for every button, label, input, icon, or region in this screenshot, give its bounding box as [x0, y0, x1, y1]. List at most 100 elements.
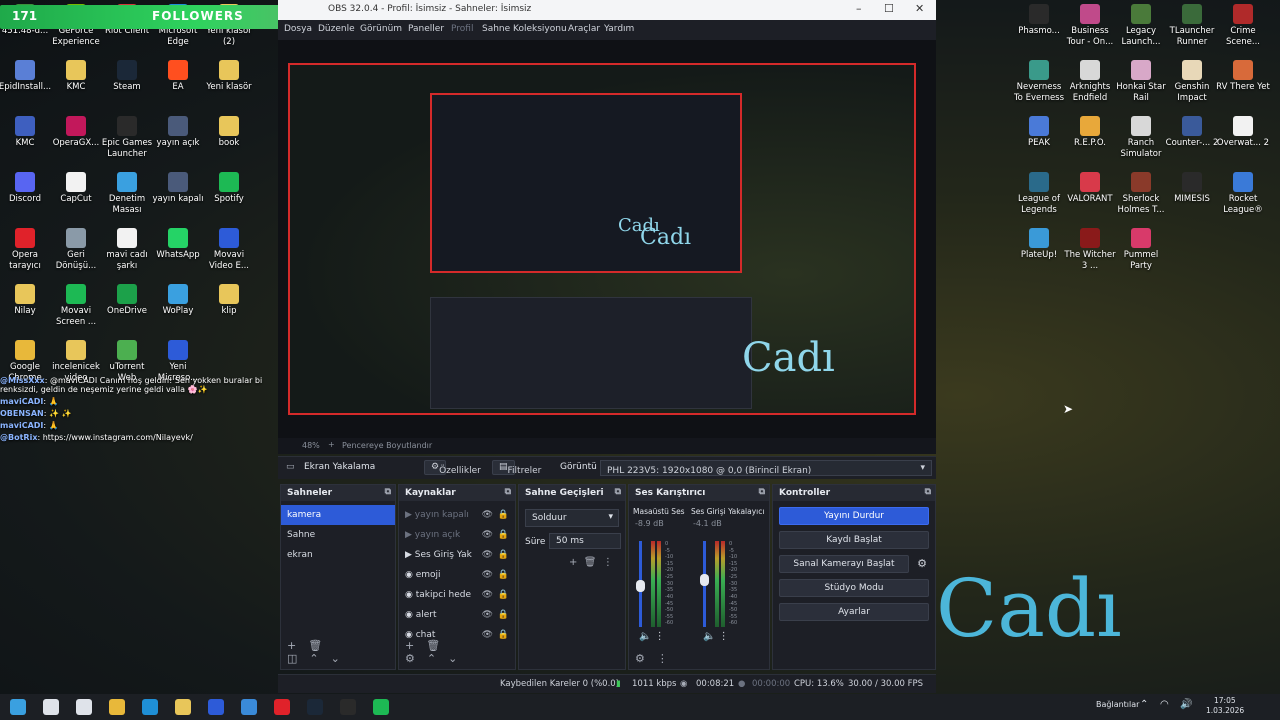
source-item[interactable]: ◉ takipci hede 👁 🔒: [399, 585, 515, 605]
chrome-icon[interactable]: [109, 699, 125, 715]
desktop-icon[interactable]: Opera tarayıcı: [0, 228, 52, 272]
desktop-icon[interactable]: Pummel Party: [1114, 228, 1168, 272]
lock-icon[interactable]: 🔒: [498, 610, 509, 620]
volume-slider-knob[interactable]: [636, 580, 645, 592]
desktop-icon[interactable]: Geri Dönüşü...: [49, 228, 103, 272]
eye-icon[interactable]: 👁: [482, 510, 493, 520]
close-button[interactable]: ✕: [915, 2, 924, 15]
add-icon[interactable]: +: [569, 557, 577, 568]
desktop-icon[interactable]: RV There Yet: [1216, 60, 1270, 93]
scene-item-ekran[interactable]: ekran: [281, 545, 395, 565]
source-item[interactable]: ▶ Ses Giriş Yak 👁 🔒: [399, 545, 515, 565]
desktop-icon[interactable]: Movavi Video E...: [202, 228, 256, 272]
desktop-icon[interactable]: Movavi Screen ...: [49, 284, 103, 328]
display-select[interactable]: PHL 223V5: 1920x1080 @ 0,0 (Birincil Ekr…: [600, 460, 932, 476]
zoom-add[interactable]: +: [328, 440, 335, 449]
menu-edit[interactable]: Düzenle: [318, 24, 355, 34]
edge-icon[interactable]: [142, 699, 158, 715]
lock-icon[interactable]: 🔒: [498, 590, 509, 600]
desktop-icon[interactable]: MIMESIS: [1165, 172, 1219, 205]
desktop-icon[interactable]: KMC: [49, 60, 103, 93]
desktop-icon[interactable]: OneDrive: [100, 284, 154, 317]
desktop-icon[interactable]: Nilay: [0, 284, 52, 317]
store-icon[interactable]: [208, 699, 224, 715]
desktop-icon[interactable]: Discord: [0, 172, 52, 205]
desktop-icon[interactable]: Steam: [100, 60, 154, 93]
move-up-icon[interactable]: ⌃: [309, 652, 318, 665]
eye-icon[interactable]: 👁: [482, 550, 493, 560]
tray-connections[interactable]: Bağlantılar: [1096, 700, 1139, 709]
desktop-icon[interactable]: Epic Games Launcher: [100, 116, 154, 160]
desktop-icon[interactable]: mavi cadı şarkı: [100, 228, 154, 272]
eye-icon[interactable]: 👁: [482, 530, 493, 540]
source-item[interactable]: ▶ yayın açık 👁 🔒: [399, 525, 515, 545]
eye-icon[interactable]: 👁: [482, 570, 493, 580]
desktop-icon[interactable]: EA: [151, 60, 205, 93]
volume-slider-knob[interactable]: [700, 574, 709, 586]
desktop-icon[interactable]: yayın açık: [151, 116, 205, 149]
more-icon[interactable]: ⋮: [655, 631, 665, 642]
zoom-value[interactable]: 48%: [302, 441, 320, 450]
maximize-button[interactable]: ☐: [884, 2, 894, 15]
desktop-icon[interactable]: Legacy Launch...: [1114, 4, 1168, 48]
trash-icon[interactable]: 🗑: [426, 639, 440, 652]
desktop-icon[interactable]: Spotify: [202, 172, 256, 205]
movavi-icon[interactable]: [241, 699, 257, 715]
tray-date[interactable]: 1.03.2026: [1206, 706, 1244, 715]
add-icon[interactable]: +: [287, 639, 296, 652]
desktop-icon[interactable]: Sherlock Holmes T...: [1114, 172, 1168, 216]
desktop-icon[interactable]: OperaGX...: [49, 116, 103, 149]
stop-streaming-button[interactable]: Yayını Durdur: [779, 507, 929, 525]
properties-button[interactable]: ⚙ Özellikler: [424, 460, 481, 476]
speaker-icon[interactable]: 🔈: [639, 631, 651, 642]
minimize-button[interactable]: –: [856, 2, 862, 15]
start-icon[interactable]: [10, 699, 26, 715]
opera-icon[interactable]: [274, 699, 290, 715]
eye-icon[interactable]: 👁: [482, 590, 493, 600]
obs-icon[interactable]: [340, 699, 356, 715]
spotify-icon[interactable]: [373, 699, 389, 715]
volume-icon[interactable]: 🔊: [1180, 699, 1192, 710]
desktop-icon[interactable]: Phasmo...: [1012, 4, 1066, 37]
more-icon[interactable]: ⋮: [719, 631, 729, 642]
desktop-icon[interactable]: CapCut: [49, 172, 103, 205]
scene-item-sahne[interactable]: Sahne: [281, 525, 395, 545]
desktop-icon[interactable]: Ranch Simulator: [1114, 116, 1168, 160]
screen-capture-source[interactable]: Cadı Cadı Cadı: [288, 63, 916, 415]
menu-file[interactable]: Dosya: [284, 24, 312, 34]
desktop-icon[interactable]: klip: [202, 284, 256, 317]
desktop-icon[interactable]: League of Legends: [1012, 172, 1066, 216]
explorer-icon[interactable]: [175, 699, 191, 715]
task-view-icon[interactable]: [76, 699, 92, 715]
desktop-icon[interactable]: Denetim Masası: [100, 172, 154, 216]
transition-select[interactable]: Solduur ▾: [525, 509, 619, 527]
desktop-icon[interactable]: VALORANT: [1063, 172, 1117, 205]
source-item[interactable]: ◉ alert 👁 🔒: [399, 605, 515, 625]
desktop-icon[interactable]: Rocket League®: [1216, 172, 1270, 216]
settings-button[interactable]: Ayarlar: [779, 603, 929, 621]
desktop-icon[interactable]: R.E.P.O.: [1063, 116, 1117, 149]
menu-tools[interactable]: Araçlar: [568, 24, 600, 34]
desktop-icon[interactable]: TLauncher Runner: [1165, 4, 1219, 48]
desktop-icon[interactable]: PEAK: [1012, 116, 1066, 149]
menu-help[interactable]: Yardım: [604, 24, 634, 34]
source-item[interactable]: ▶ yayın kapalı 👁 🔒: [399, 505, 515, 525]
desktop-icon[interactable]: Neverness To Everness: [1012, 60, 1066, 104]
lock-icon[interactable]: 🔒: [498, 550, 509, 560]
studio-mode-button[interactable]: Stüdyo Modu: [779, 579, 929, 597]
desktop-icon[interactable]: book: [202, 116, 256, 149]
desktop-icon[interactable]: Genshin Impact: [1165, 60, 1219, 104]
lock-icon[interactable]: 🔒: [498, 570, 509, 580]
desktop-icon[interactable]: Business Tour - On...: [1063, 4, 1117, 48]
desktop-icon[interactable]: Yeni klasör: [202, 60, 256, 93]
eye-icon[interactable]: 👁: [482, 610, 493, 620]
gear-icon[interactable]: ⚙: [635, 652, 645, 665]
desktop-icon[interactable]: The Witcher 3 ...: [1063, 228, 1117, 272]
tray-chevron-icon[interactable]: ⌃: [1140, 699, 1148, 710]
lock-icon[interactable]: 🔒: [498, 530, 509, 540]
obs-title-bar[interactable]: OBS 32.0.4 - Profil: İsimsiz - Sahneler:…: [278, 0, 936, 20]
desktop-icon[interactable]: WoPlay: [151, 284, 205, 317]
speaker-icon[interactable]: 🔈: [703, 631, 715, 642]
move-down-icon[interactable]: ⌄: [448, 652, 457, 665]
start-virtual-camera-button[interactable]: Sanal Kamerayı Başlat: [779, 555, 909, 573]
